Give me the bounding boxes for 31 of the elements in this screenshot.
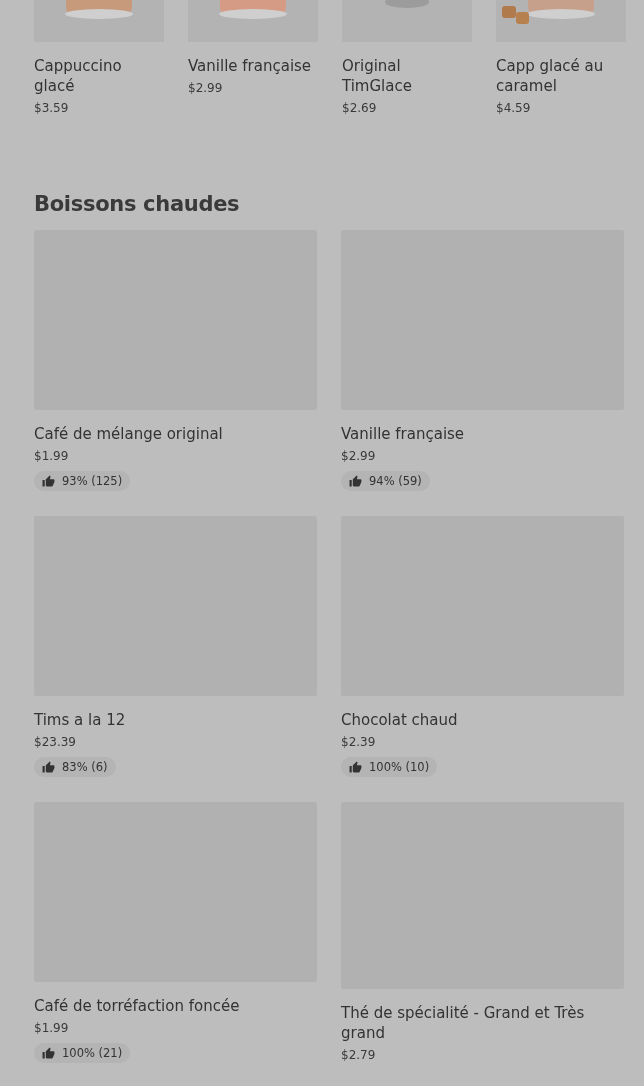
product-name[interactable]: Cappuccino glacé [34,56,164,96]
product-name[interactable]: Capp glacé au caramel [496,56,626,96]
product-name[interactable]: Tims a la 12 [34,710,317,730]
product-price: $2.99 [188,80,224,96]
product-price: $2.99 [341,448,377,464]
product-name[interactable]: Café de mélange original [34,424,317,444]
product-name[interactable]: Vanille française [341,424,624,444]
product-price: $2.39 [341,734,377,750]
product-price: $1.99 [34,1020,70,1036]
product-name[interactable]: Café de torréfaction foncée [34,996,317,1016]
rating-text: 94% (59) [369,474,422,488]
product-price: $2.69 [342,100,378,116]
thumbs-up-icon [42,474,55,488]
rating-text: 83% (6) [62,760,108,774]
rating-text: 93% (125) [62,474,123,488]
product-name[interactable]: Original TimGlace [342,56,472,96]
product-price: $1.99 [34,448,70,464]
rating-text: 100% (10) [369,760,430,774]
thumbs-up-icon [349,760,362,774]
product-name[interactable]: Chocolat chaud [341,710,624,730]
thumbs-up-icon [42,1046,55,1060]
thumbs-up-icon [42,760,55,774]
rating-text: 100% (21) [62,1046,123,1060]
product-name[interactable]: Vanille française [188,56,318,76]
thumbs-up-icon [349,474,362,488]
product-price: $23.39 [34,734,77,750]
product-price: $3.59 [34,100,70,116]
section-heading: Boissons chaudes [34,192,241,216]
product-price: $4.59 [496,100,532,116]
product-price: $2.79 [341,1047,377,1063]
product-name[interactable]: Thé de spécialité - Grand et Très grand [341,1003,624,1043]
